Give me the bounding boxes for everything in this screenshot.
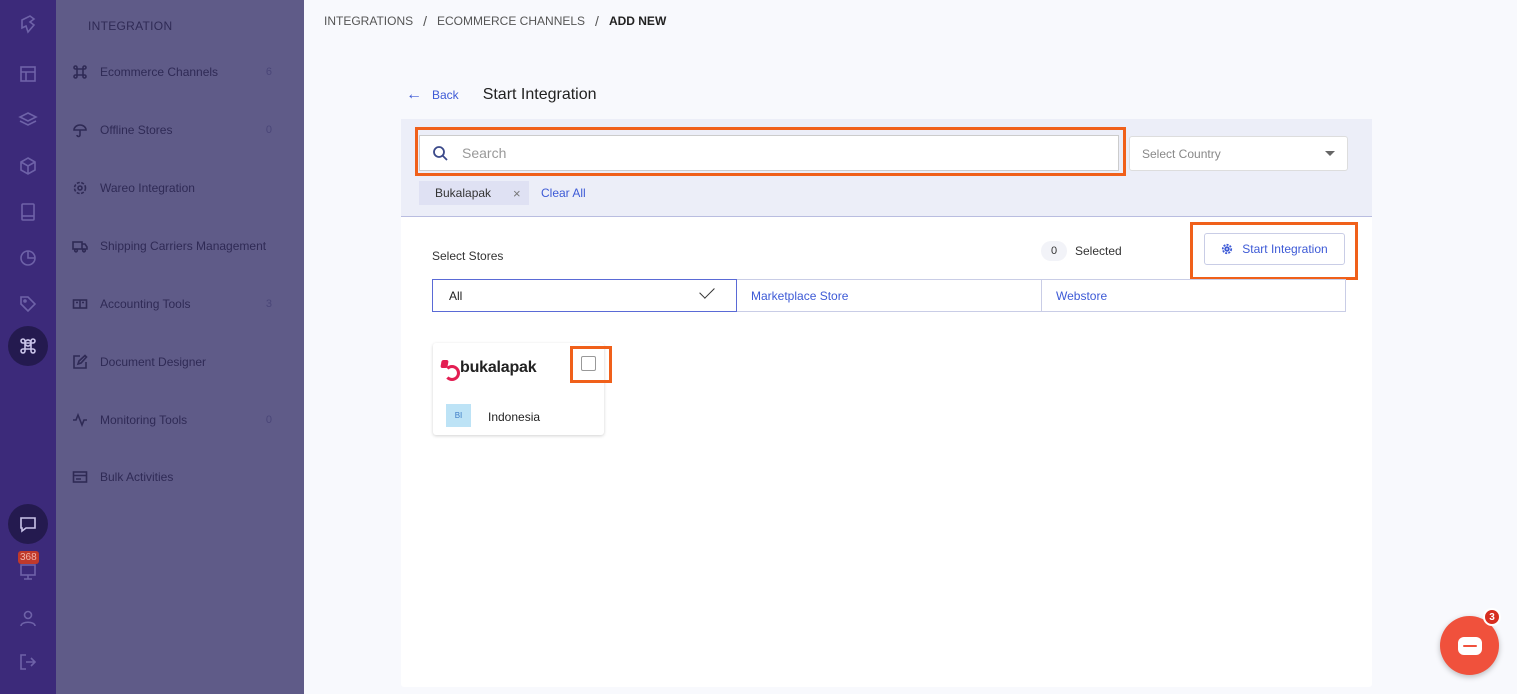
messages-nav[interactable] xyxy=(8,504,48,544)
close-icon[interactable]: × xyxy=(513,186,521,201)
sidebar-item-count: 0 xyxy=(265,124,272,136)
chat-bubble-icon xyxy=(1457,636,1482,655)
country-select-placeholder: Select Country xyxy=(1142,146,1221,161)
filter-bar: Select Country Bukalapak × Clear All xyxy=(401,119,1372,217)
back-link[interactable]: Back xyxy=(432,88,459,102)
store-card[interactable]: bukalapak BI Indonesia xyxy=(433,343,612,435)
breadcrumb-current: ADD NEW xyxy=(608,14,667,28)
sidebar-section-title: INTEGRATION xyxy=(88,19,173,33)
breadcrumb-integrations[interactable]: INTEGRATIONS xyxy=(324,14,413,28)
sidebar-item-ecommerce-channels[interactable]: Ecommerce Channels 6 xyxy=(72,61,292,83)
logout-icon[interactable] xyxy=(16,650,40,674)
app-logo-icon[interactable] xyxy=(16,12,40,36)
sidebar-item-document-designer[interactable]: Document Designer xyxy=(72,351,292,373)
card-icon xyxy=(72,471,88,483)
sidebar-item-label: Accounting Tools xyxy=(100,297,191,311)
dashboard-icon[interactable] xyxy=(16,62,40,86)
pulse-icon xyxy=(73,412,87,428)
filter-chip: Bukalapak × xyxy=(419,181,529,205)
tab-all[interactable]: All xyxy=(432,279,737,312)
sidebar-item-count: 3 xyxy=(265,298,272,310)
breadcrumb: INTEGRATIONS / ECOMMERCE CHANNELS / ADD … xyxy=(324,13,666,29)
sidebar-item-label: Offline Stores xyxy=(100,123,173,137)
sidebar-item-label: Ecommerce Channels xyxy=(100,65,219,79)
sidebar-item-count: 0 xyxy=(265,414,272,426)
sidebar-item-wareo-integration[interactable]: Wareo Integration xyxy=(72,177,292,199)
sidebar-item-count: 6 xyxy=(265,66,272,78)
integration-card: Select Country Bukalapak × Clear All Sel… xyxy=(401,119,1372,687)
tab-webstore[interactable]: Webstore xyxy=(1042,280,1345,311)
sidebar-item-label: Monitoring Tools xyxy=(100,413,188,427)
chat-icon xyxy=(16,512,40,536)
page-header: ← Back Start Integration xyxy=(406,86,597,104)
sidebar-item-accounting-tools[interactable]: Accounting Tools 3 xyxy=(72,293,292,315)
chart-pie-icon[interactable] xyxy=(16,246,40,270)
command-icon xyxy=(16,334,40,358)
store-type-tabs: All Marketplace Store Webstore xyxy=(432,279,1346,312)
sidebar-item-offline-stores[interactable]: Offline Stores 0 xyxy=(72,119,292,141)
tab-webstore-label: Webstore xyxy=(1056,288,1108,303)
check-icon xyxy=(699,283,715,299)
integration-nav-active[interactable] xyxy=(8,326,48,366)
page-title: Start Integration xyxy=(482,86,597,103)
select-stores-label: Select Stores xyxy=(432,249,504,263)
umbrella-icon xyxy=(73,124,87,138)
selected-count-badge: 0 xyxy=(1041,241,1067,261)
breadcrumb-separator: / xyxy=(595,13,599,29)
start-button-highlight xyxy=(1190,222,1358,280)
notification-badge: 368 xyxy=(18,551,39,564)
box-icon[interactable] xyxy=(16,154,40,178)
checkbox-highlight xyxy=(570,346,612,383)
chevron-down-icon xyxy=(1325,151,1335,156)
sidebar-item-bulk-activities[interactable]: Bulk Activities xyxy=(72,466,292,488)
breadcrumb-ecommerce-channels[interactable]: ECOMMERCE CHANNELS xyxy=(437,14,585,28)
icon-rail: 368 xyxy=(0,0,56,694)
sidebar-item-label: Bulk Activities xyxy=(100,470,174,484)
sidebar-item-label: Document Designer xyxy=(100,355,207,369)
country-select[interactable]: Select Country xyxy=(1129,136,1348,171)
sidebar-item-label: Shipping Carriers Management xyxy=(100,239,267,253)
sidebar: INTEGRATION Ecommerce Channels 6 Offline… xyxy=(56,0,304,694)
tab-all-label: All xyxy=(449,288,463,303)
layers-icon[interactable] xyxy=(16,108,40,132)
breadcrumb-separator: / xyxy=(423,13,428,29)
tag-icon[interactable] xyxy=(16,292,40,316)
sidebar-item-monitoring-tools[interactable]: Monitoring Tools 0 xyxy=(72,409,292,431)
sidebar-item-shipping-carriers[interactable]: Shipping Carriers Management xyxy=(72,235,292,257)
gear-icon xyxy=(73,181,87,195)
country-flag-icon: BI xyxy=(446,404,471,427)
store-logo-text: bukalapak xyxy=(460,359,537,376)
bukalapak-logo-icon xyxy=(441,360,460,381)
bukalapak-logo: bukalapak xyxy=(441,359,537,381)
user-icon[interactable] xyxy=(16,606,40,630)
truck-icon xyxy=(72,241,88,253)
back-arrow-icon[interactable]: ← xyxy=(406,86,422,104)
command-icon xyxy=(73,65,87,79)
chat-widget-badge: 3 xyxy=(1483,608,1501,626)
selected-label: Selected xyxy=(1075,244,1122,258)
search-highlight xyxy=(415,127,1126,176)
tab-marketplace-store[interactable]: Marketplace Store xyxy=(737,280,1042,311)
edit-icon xyxy=(73,354,88,369)
document-icon[interactable] xyxy=(16,200,40,224)
clear-all-link[interactable]: Clear All xyxy=(541,186,586,200)
filter-chip-label: Bukalapak xyxy=(435,186,492,200)
book-icon xyxy=(72,299,88,309)
store-country: Indonesia xyxy=(488,410,541,424)
sidebar-item-label: Wareo Integration xyxy=(100,181,195,195)
tab-marketplace-label: Marketplace Store xyxy=(751,288,849,303)
